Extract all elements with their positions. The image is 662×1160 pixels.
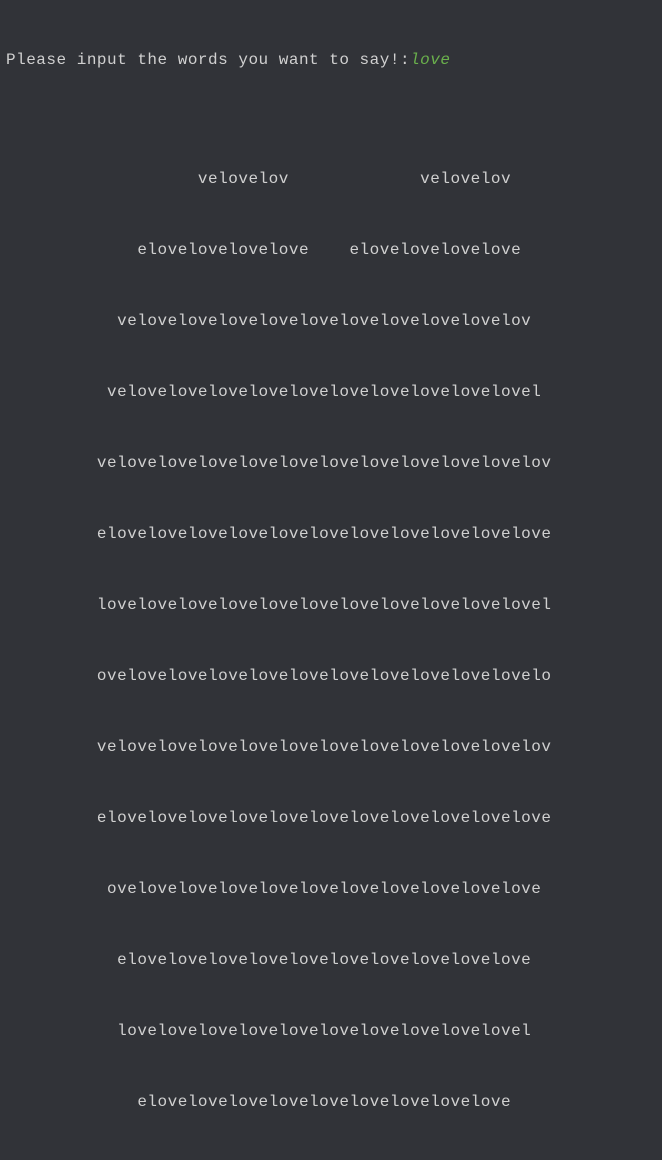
heart-line: ovelovelovelovelovelovelovelovelovelovel… <box>6 878 656 902</box>
heart-line: velovelovelovelovelovelovelovelovelovelo… <box>6 736 656 760</box>
heart-line: elovelovelovelovelovelovelovelovelovelov… <box>6 949 656 973</box>
heart-line: velovelov velovelov <box>6 168 656 192</box>
terminal-window: Please input the words you want to say!:… <box>0 0 662 1160</box>
heart-line: ovelovelovelovelovelovelovelovelovelovel… <box>6 665 656 689</box>
heart-line: lovelovelovelovelovelovelovelovelovelove… <box>6 594 656 618</box>
heart-line: velovelovelovelovelovelovelovelovelovelo… <box>6 452 656 476</box>
prompt-label: Please input the words you want to say!: <box>6 51 410 69</box>
heart-line: lovelovelovelovelovelovelovelovelovelove… <box>6 1020 656 1044</box>
heart-line: elovelovelovelovelovelovelovelovelovelov… <box>6 807 656 831</box>
heart-line: elovelovelovelove elovelovelovelove <box>6 239 656 263</box>
heart-line: velovelovelovelovelovelovelovelovelovelo… <box>6 381 656 405</box>
user-input[interactable]: love <box>410 51 450 69</box>
prompt-line: Please input the words you want to say!:… <box>6 49 656 73</box>
heart-output: velovelov velovelov elovelovelovelove el… <box>6 120 656 1160</box>
heart-line: velovelovelovelovelovelovelovelovelovelo… <box>6 310 656 334</box>
heart-line: elovelovelovelovelovelovelovelovelove <box>6 1091 656 1115</box>
heart-line: elovelovelovelovelovelovelovelovelovelov… <box>6 523 656 547</box>
